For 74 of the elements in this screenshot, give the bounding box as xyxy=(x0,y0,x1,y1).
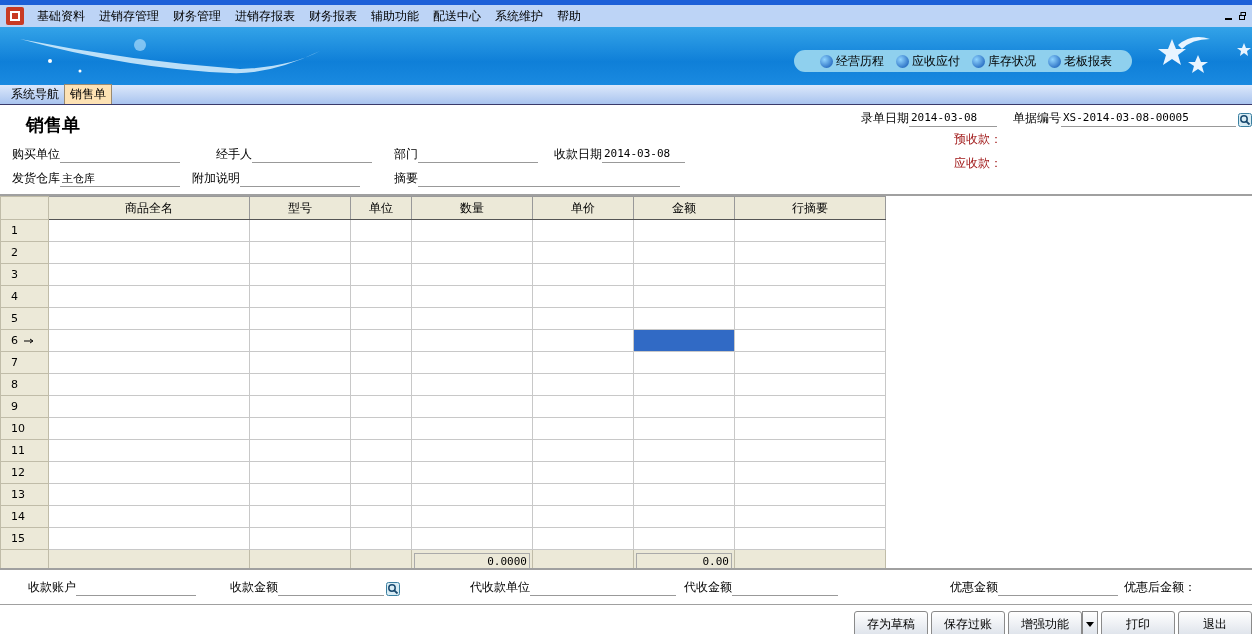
caret-icon xyxy=(1086,621,1094,627)
field-label: 收款日期 xyxy=(554,146,602,163)
restore-icon[interactable] xyxy=(1239,12,1246,20)
menu-item[interactable]: 财务管理 xyxy=(166,7,228,25)
input-field[interactable]: 2014-03-08 xyxy=(909,111,997,127)
field-label: 摘要 xyxy=(394,170,418,187)
field-label: 单据编号 xyxy=(1013,110,1061,127)
menu-item[interactable]: 辅助功能 xyxy=(364,7,426,25)
column-header[interactable]: 单价 xyxy=(532,196,634,220)
input-field[interactable]: 主仓库 xyxy=(60,171,180,187)
enhance-button[interactable]: 增强功能 xyxy=(1008,611,1082,634)
menu-item[interactable]: 帮助 xyxy=(550,7,588,25)
row-number: 12 xyxy=(0,461,49,484)
field-label: 收款金额 xyxy=(230,578,278,596)
input-field[interactable]: XS-2014-03-08-00005 xyxy=(1061,111,1236,127)
column-header[interactable]: 行摘要 xyxy=(734,196,886,220)
menu-item[interactable]: 基础资料 xyxy=(30,7,92,25)
field-label: 收款账户 xyxy=(28,578,76,596)
row-number: 5 xyxy=(0,307,49,330)
form-title: 销售单 xyxy=(24,113,81,137)
row-number: 1 xyxy=(0,219,49,242)
row-number: 6 xyxy=(0,329,49,352)
row-number: 9 xyxy=(0,395,49,418)
row-number: 14 xyxy=(0,505,49,528)
input-field[interactable]: 2014-03-08 xyxy=(602,147,685,163)
column-header[interactable]: 单位 xyxy=(350,196,412,220)
field-label: 代收款单位 xyxy=(470,578,530,596)
tab[interactable]: 系统导航 xyxy=(6,85,64,104)
quick-link[interactable]: 老板报表 xyxy=(1048,52,1112,70)
app-logo-icon xyxy=(6,7,24,25)
total-value: 0.00 xyxy=(636,553,732,568)
action-button[interactable]: 退出 xyxy=(1178,611,1252,634)
field-label: 部门 xyxy=(394,146,418,163)
field-label: 附加说明 xyxy=(192,170,240,187)
field-label: 经手人 xyxy=(216,146,252,163)
column-header[interactable]: 数量 xyxy=(411,196,533,220)
row-number: 8 xyxy=(0,373,49,396)
current-row-arrow-icon xyxy=(24,338,34,344)
menu-item[interactable]: 进销存管理 xyxy=(92,7,166,25)
row-number: 2 xyxy=(0,241,49,264)
row-number: 11 xyxy=(0,439,49,462)
balance-label: 预收款： xyxy=(953,131,1003,148)
quick-link[interactable]: 库存状况 xyxy=(972,52,1036,70)
column-header[interactable]: 金额 xyxy=(633,196,735,220)
field-label: 购买单位 xyxy=(12,146,60,163)
corner-cell xyxy=(0,196,49,220)
row-number: 10 xyxy=(0,417,49,440)
quick-link[interactable]: 经营历程 xyxy=(820,52,884,70)
field-label: 优惠金额 xyxy=(950,578,998,596)
balance-label: 应收款： xyxy=(953,155,1003,172)
field-label: 录单日期 xyxy=(861,110,909,127)
field-label: 发货仓库 xyxy=(12,170,60,187)
menu-item[interactable]: 系统维护 xyxy=(488,7,550,25)
action-button[interactable]: 保存过账 xyxy=(931,611,1005,634)
column-header[interactable]: 型号 xyxy=(249,196,351,220)
field-label: 代收金额 xyxy=(684,578,732,596)
menu-item[interactable]: 财务报表 xyxy=(302,7,364,25)
search-icon[interactable] xyxy=(386,581,400,596)
action-button[interactable]: 存为草稿 xyxy=(854,611,928,634)
dropdown-button[interactable] xyxy=(1082,611,1098,634)
action-button[interactable]: 打印 xyxy=(1101,611,1175,634)
row-number: 7 xyxy=(0,351,49,374)
menu-item[interactable]: 配送中心 xyxy=(426,7,488,25)
row-number: 15 xyxy=(0,527,49,550)
quick-link[interactable]: 应收应付 xyxy=(896,52,960,70)
column-header[interactable]: 商品全名 xyxy=(48,196,250,220)
field-label: 优惠后金额： xyxy=(1124,578,1196,596)
tab[interactable]: 销售单 xyxy=(64,84,112,104)
total-value: 0.0000 xyxy=(414,553,530,568)
search-icon[interactable] xyxy=(1238,113,1252,127)
row-number: 4 xyxy=(0,285,49,308)
row-number: 3 xyxy=(0,263,49,286)
row-number: 13 xyxy=(0,483,49,506)
menu-item[interactable]: 进销存报表 xyxy=(228,7,302,25)
